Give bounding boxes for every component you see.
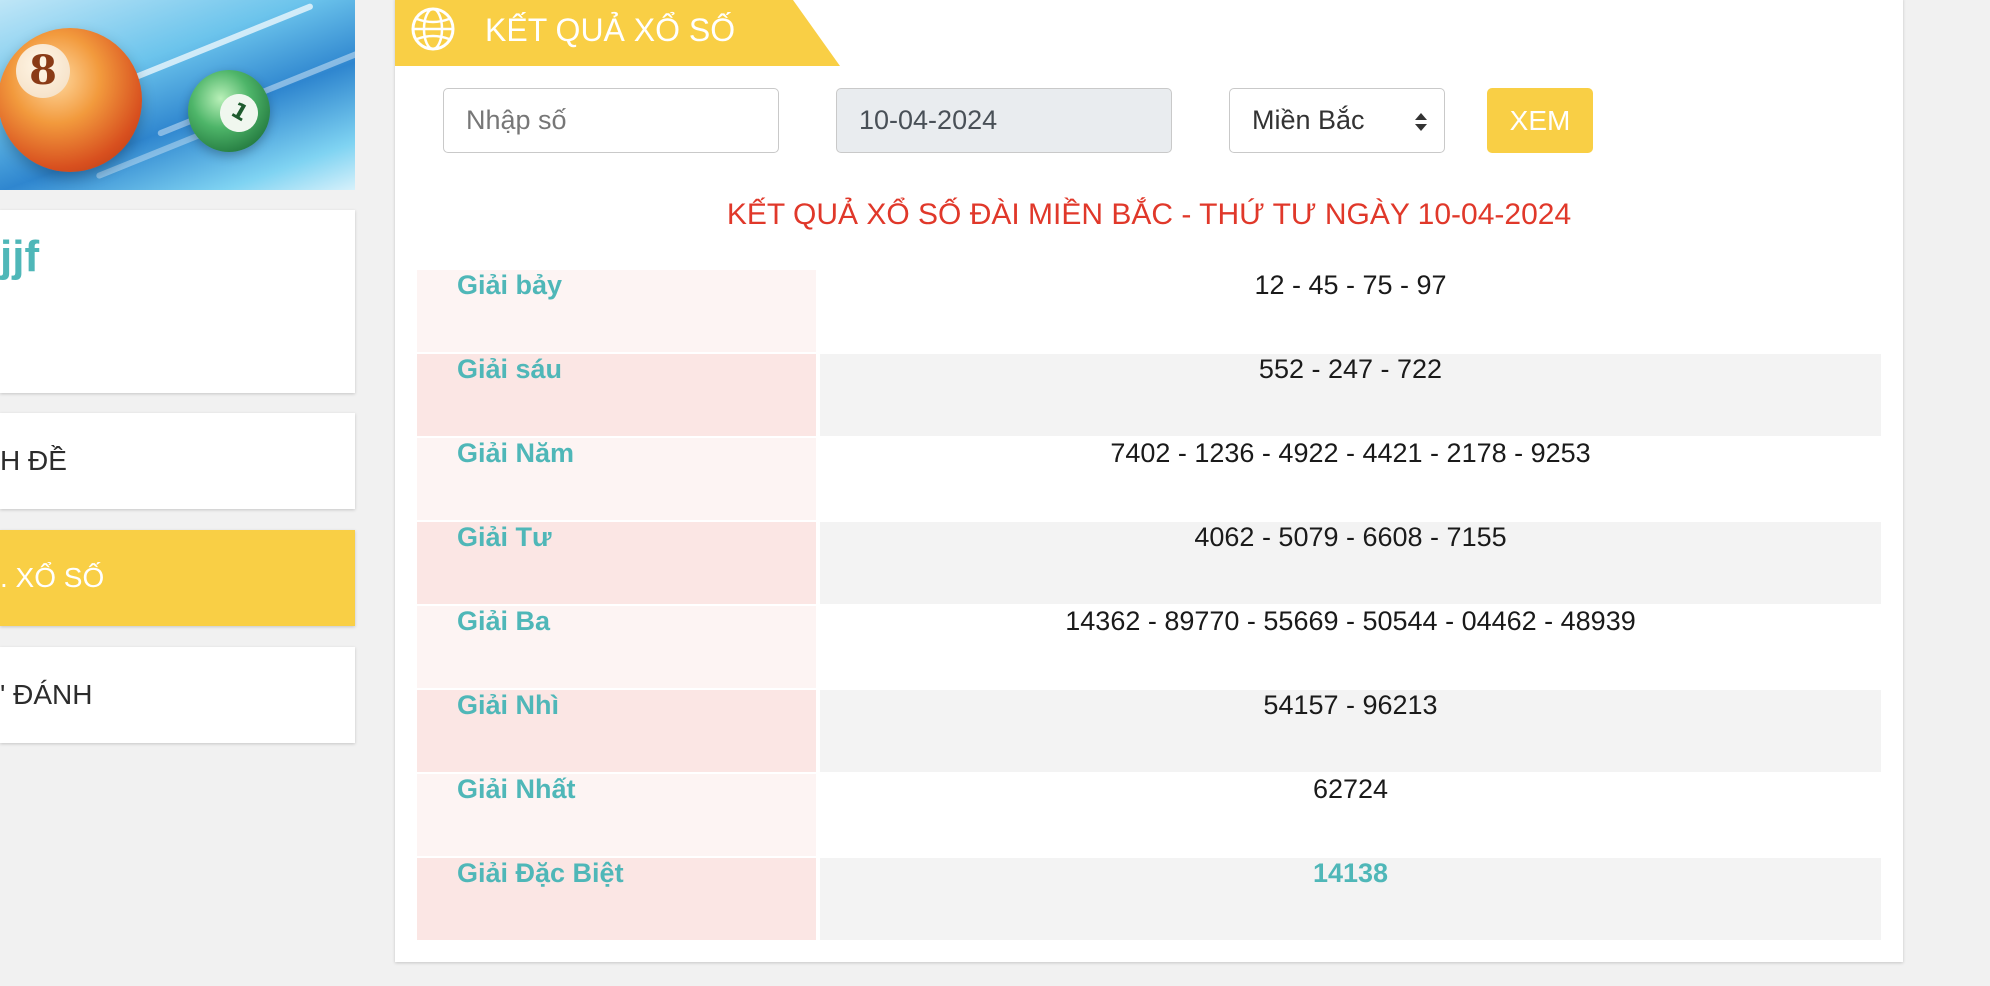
sidebar: 8 1 jjf H ĐỀ . XỔ SỐ ' ĐÁNH [0, 0, 355, 986]
sidebar-menu-item-3[interactable]: ' ĐÁNH [0, 647, 355, 743]
sidebar-menu-label: ' ĐÁNH [0, 679, 93, 710]
table-row: Giải Tư 4062 - 5079 - 6608 - 7155 [417, 522, 1881, 606]
prize-name: Giải bảy [417, 270, 816, 352]
prize-numbers: 12 - 45 - 75 - 97 [820, 270, 1881, 352]
globe-icon [411, 7, 455, 51]
lottery-ball-8-icon: 8 [0, 28, 142, 172]
results-table: Giải bảy 12 - 45 - 75 - 97 Giải sáu 552 … [417, 270, 1881, 942]
prize-name: Giải sáu [417, 354, 816, 436]
table-row: Giải Đặc Biệt 14138 [417, 858, 1881, 942]
sidebar-menu-label: H ĐỀ [0, 445, 67, 476]
sidebar-menu-item-lottery-results[interactable]: . XỔ SỐ [0, 530, 355, 626]
prize-name: Giải Tư [417, 522, 816, 604]
panel-header: KẾT QUẢ XỔ SỐ [395, 0, 840, 66]
prize-numbers: 552 - 247 - 722 [820, 354, 1881, 436]
results-panel: KẾT QUẢ XỔ SỐ 10-04-2024 Miền Bắc XEM KẾ… [395, 0, 1903, 962]
table-row: Giải sáu 552 - 247 - 722 [417, 354, 1881, 438]
prize-name: Giải Năm [417, 438, 816, 520]
number-search-input[interactable] [466, 89, 756, 152]
prize-name: Giải Nhất [417, 774, 816, 856]
select-caret-icon [1415, 113, 1427, 131]
panel-title: KẾT QUẢ XỔ SỐ [485, 12, 736, 48]
lottery-banner-image: 8 1 [0, 0, 355, 190]
table-row: Giải Ba 14362 - 89770 - 55669 - 50544 - … [417, 606, 1881, 690]
region-select[interactable]: Miền Bắc [1229, 88, 1445, 153]
table-row: Giải Nhất 62724 [417, 774, 1881, 858]
special-prize-numbers: 14138 [820, 858, 1881, 940]
sidebar-menu-item-1[interactable]: H ĐỀ [0, 413, 355, 509]
prize-numbers: 62724 [820, 774, 1881, 856]
region-selected-value: Miền Bắc [1252, 105, 1365, 135]
prize-numbers: 54157 - 96213 [820, 690, 1881, 772]
prize-numbers: 7402 - 1236 - 4922 - 4421 - 2178 - 9253 [820, 438, 1881, 520]
table-row: Giải Năm 7402 - 1236 - 4922 - 4421 - 217… [417, 438, 1881, 522]
user-card: jjf [0, 210, 355, 393]
date-value: 10-04-2024 [859, 105, 998, 135]
prize-name: Giải Ba [417, 606, 816, 688]
number-search-field[interactable] [443, 88, 779, 153]
prize-numbers: 14362 - 89770 - 55669 - 50544 - 04462 - … [820, 606, 1881, 688]
date-field[interactable]: 10-04-2024 [836, 88, 1172, 153]
view-button[interactable]: XEM [1487, 88, 1593, 153]
prize-name: Giải Đặc Biệt [417, 858, 816, 940]
lottery-ball-green-icon: 1 [188, 70, 270, 152]
result-title: KẾT QUẢ XỔ SỐ ĐÀI MIỀN BẮC - THỨ TƯ NGÀY… [726, 198, 1572, 231]
sidebar-menu-label: . XỔ SỐ [0, 562, 105, 593]
table-row: Giải Nhì 54157 - 96213 [417, 690, 1881, 774]
prize-numbers: 4062 - 5079 - 6608 - 7155 [820, 522, 1881, 604]
username: jjf [0, 232, 40, 281]
table-row: Giải bảy 12 - 45 - 75 - 97 [417, 270, 1881, 354]
prize-name: Giải Nhì [417, 690, 816, 772]
